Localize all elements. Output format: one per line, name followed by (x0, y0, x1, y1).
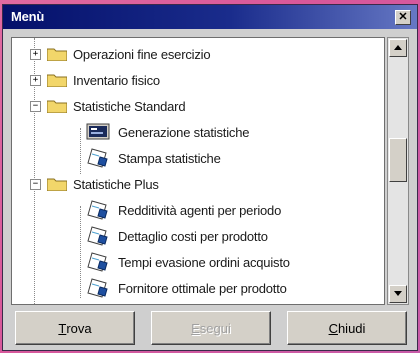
report-icon (86, 148, 110, 168)
window-title: Menù (11, 9, 45, 24)
trova-label: rova (66, 320, 92, 336)
close-button[interactable]: ✕ (395, 10, 411, 25)
collapse-icon[interactable]: − (30, 178, 41, 190)
tree-item-label: Generazione statistiche (118, 124, 250, 140)
esegui-button[interactable]: Esegui (151, 311, 271, 345)
arrow-down-icon (394, 291, 402, 296)
folder-open-icon (47, 177, 67, 191)
expand-icon[interactable]: + (30, 48, 41, 60)
chiudi-label: hiudi (337, 320, 366, 336)
menu-tree: + Operazioni fine esercizio + Inventario… (11, 37, 385, 305)
tree-item-tempi-evasione[interactable]: Tempi evasione ordini acquisto (86, 249, 290, 275)
chiudi-mnemonic: C (328, 320, 338, 336)
tree-item-operazioni-fine-esercizio[interactable]: + Operazioni fine esercizio (30, 41, 211, 67)
scroll-up-button[interactable] (389, 39, 407, 57)
tree-item-fornitore-ottimale[interactable]: Fornitore ottimale per prodotto (86, 275, 287, 301)
tree-item-statistiche-plus[interactable]: − Statistiche Plus (30, 171, 159, 197)
esegui-label: segui (199, 320, 231, 336)
scroll-down-button[interactable] (389, 285, 407, 303)
trova-button[interactable]: Trova (15, 311, 135, 345)
tree-item-label: Operazioni fine esercizio (73, 46, 211, 62)
folder-icon (47, 47, 67, 61)
folder-icon (47, 73, 67, 87)
tree-item-statistiche-standard[interactable]: − Statistiche Standard (30, 93, 186, 119)
tree-item-redditivita-agenti[interactable]: Redditività agenti per periodo (86, 197, 281, 223)
tree-item-label: Dettaglio costi per prodotto (118, 228, 268, 244)
vertical-scrollbar[interactable] (387, 37, 409, 305)
expand-icon[interactable]: + (30, 74, 41, 86)
title-bar[interactable]: Menù ✕ (3, 5, 417, 29)
tree-item-generazione-statistiche[interactable]: Generazione statistiche (86, 119, 249, 145)
esegui-mnemonic: E (191, 320, 200, 336)
tree-item-label: Inventario fisico (73, 72, 160, 88)
tree-item-label: Fornitore ottimale per prodotto (118, 280, 287, 296)
tree-item-inventario-fisico[interactable]: + Inventario fisico (30, 67, 160, 93)
tree-item-label: Redditività agenti per periodo (118, 202, 282, 218)
collapse-icon[interactable]: − (30, 100, 41, 112)
scroll-thumb[interactable] (389, 138, 407, 182)
report-icon (86, 200, 110, 220)
tree-line (80, 206, 81, 298)
menu-window: Menù ✕ + Operazioni fine esercizio + Inv… (3, 5, 417, 350)
tree-item-label: Statistiche Standard (73, 98, 186, 114)
report-icon (86, 252, 110, 272)
trova-mnemonic: T (58, 320, 67, 336)
tree-item-label: Stampa statistiche (118, 150, 221, 166)
tree-item-label: Statistiche Plus (73, 176, 159, 192)
tree-item-label: Tempi evasione ordini acquisto (118, 254, 290, 270)
tree-item-dettaglio-costi[interactable]: Dettaglio costi per prodotto (86, 223, 268, 249)
report-icon (86, 226, 110, 246)
folder-open-icon (47, 99, 67, 113)
tree-line (80, 128, 81, 174)
chiudi-button[interactable]: Chiudi (287, 311, 407, 345)
screen-form-icon (86, 122, 110, 142)
report-icon (86, 278, 110, 298)
tree-item-stampa-statistiche[interactable]: Stampa statistiche (86, 145, 221, 171)
arrow-up-icon (394, 45, 402, 50)
